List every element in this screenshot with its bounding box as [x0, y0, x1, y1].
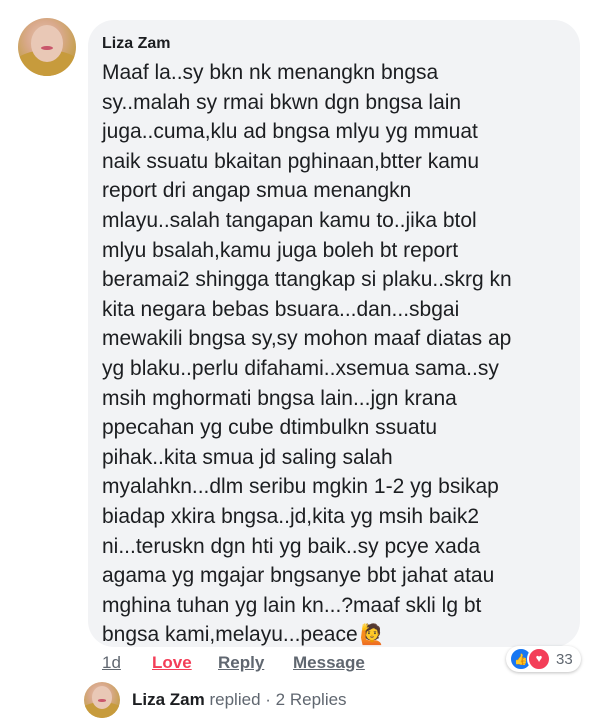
comment-line: juga..cuma,klu ad bngsa mlyu yg mmuat — [102, 120, 478, 144]
reply-count: 2 Replies — [275, 690, 347, 709]
reply-avatar[interactable] — [84, 682, 120, 718]
comment-line: kita negara bebas bsuara...dan...sbgai — [102, 297, 460, 321]
comment-line: mghina tuhan yg lain kn...?maaf skli lg … — [102, 593, 482, 617]
comment-line: Maaf la..sy bkn nk menangkn bngsa — [102, 61, 439, 84]
reaction-summary[interactable]: 👍 ♥ 33 — [506, 646, 581, 672]
comment-bubble: Liza Zam Maaf la..sy bkn nk menangkn bng… — [88, 20, 580, 647]
comment-line-text: bngsa kami,melayu...peace — [102, 623, 358, 647]
comment-line: ni...teruskn dgn hti yg baik..sy pcye xa… — [102, 534, 481, 558]
comment-line: pihak..kita smua jd saling salah — [102, 445, 393, 469]
commenter-avatar[interactable] — [18, 18, 76, 76]
comment-text: Maaf la..sy bkn nk menangkn bngsa sy..ma… — [102, 58, 568, 651]
comment-line: mlyu bsalah,kamu juga boleh bt report — [102, 238, 459, 262]
comment-line: naik ssuatu bkaitan pghinaan,btter kamu — [102, 149, 480, 173]
comment-line: msih mghormati bngsa lain...jgn krana — [102, 386, 457, 410]
message-button[interactable]: Message — [293, 653, 365, 673]
reply-button[interactable]: Reply — [218, 653, 264, 673]
replies-link[interactable]: Liza Zam replied · 2 Replies — [132, 690, 347, 710]
comment-line: mewakili bngsa sy,sy mohon maaf diatas a… — [102, 327, 512, 351]
comment-line: agama yg mgajar bngsanye bbt jahat atau — [102, 564, 495, 588]
reaction-count: 33 — [556, 650, 573, 668]
separator-dot: · — [265, 690, 271, 709]
reply-author: Liza Zam — [132, 690, 205, 709]
comment-line: report dri angap smua menangkn — [102, 179, 412, 203]
love-icon: ♥ — [527, 647, 551, 671]
timestamp-link[interactable]: 1d — [102, 653, 121, 673]
comment-line: mlayu..salah tangapan kamu to..jika btol — [102, 208, 477, 232]
replied-verb: replied — [209, 690, 261, 709]
comment-line: yg blaku..perlu difahami..xsemua sama..s… — [102, 356, 499, 380]
raising-hand-emoji-icon: 🙋 — [359, 624, 385, 647]
comment-line: sy..malah sy rmai bkwn dgn bngsa lain — [102, 90, 462, 114]
comment-line: biadap xkira bngsa..jd,kita yg msih baik… — [102, 504, 480, 528]
comment-line-last: bngsa kami,melayu...peace 🙋 — [102, 620, 568, 651]
love-button[interactable]: Love — [152, 653, 192, 673]
comment-line: ppecahan yg cube dtimbulkn ssuatu — [102, 416, 438, 440]
comment-line: myalahkn...dlm seribu mgkin 1-2 yg bsika… — [102, 475, 499, 499]
comment-line: beramai2 shingga ttangkap si plaku..skrg… — [102, 268, 512, 292]
comment-author[interactable]: Liza Zam — [102, 34, 568, 54]
